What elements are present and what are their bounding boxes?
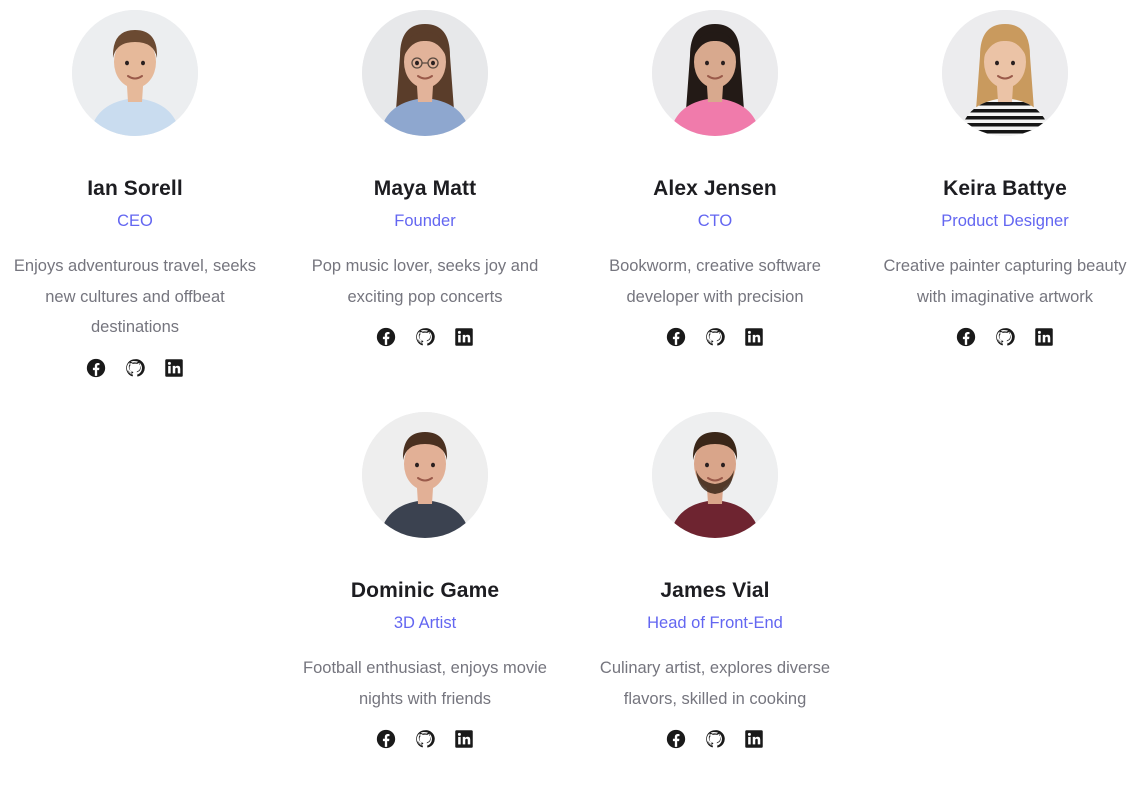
github-icon[interactable] [414,728,436,750]
member-name: Keira Battye [943,177,1067,200]
portrait-image [652,412,778,538]
avatar [942,10,1068,136]
social-links [575,326,855,348]
portrait-image [362,412,488,538]
avatar [652,10,778,136]
facebook-icon[interactable] [375,326,397,348]
member-role: 3D Artist [393,614,457,632]
social-links [285,326,565,348]
social-links [575,728,855,750]
member-name: Alex Jensen [653,177,777,200]
facebook-icon[interactable] [375,728,397,750]
github-icon[interactable] [704,326,726,348]
avatar [362,10,488,136]
member-name: James Vial [660,579,770,602]
github-icon[interactable] [124,357,146,379]
member-role: Founder [394,212,456,230]
team-member-card: Maya Matt Founder Pop music lover, seeks… [285,10,565,348]
member-bio: Culinary artist, explores diverse flavor… [599,659,831,708]
social-links [0,357,275,379]
portrait-image [652,10,778,136]
avatar [652,412,778,538]
team-member-card: Ian Sorell CEO Enjoys adventurous travel… [0,10,275,379]
team-member-card: Keira Battye Product Designer Creative p… [865,10,1140,348]
team-member-card: James Vial Head of Front-End Culinary ar… [575,412,855,750]
linkedin-icon[interactable] [163,357,185,379]
social-links [865,326,1140,348]
social-links [285,728,565,750]
linkedin-icon[interactable] [1033,326,1055,348]
linkedin-icon[interactable] [453,326,475,348]
team-member-card: Dominic Game 3D Artist Football enthusia… [285,412,565,750]
member-role: CEO [117,212,153,230]
member-role: CTO [697,212,733,230]
avatar [362,412,488,538]
member-bio: Enjoys adventurous travel, seeks new cul… [13,257,257,336]
member-bio: Bookworm, creative software developer wi… [609,257,821,306]
facebook-icon[interactable] [955,326,977,348]
linkedin-icon[interactable] [453,728,475,750]
facebook-icon[interactable] [665,326,687,348]
member-bio: Pop music lover, seeks joy and exciting … [311,257,539,306]
member-role: Product Designer [941,212,1069,230]
member-name: Dominic Game [350,579,500,602]
github-icon[interactable] [704,728,726,750]
linkedin-icon[interactable] [743,326,765,348]
github-icon[interactable] [994,326,1016,348]
portrait-image [72,10,198,136]
facebook-icon[interactable] [665,728,687,750]
member-name: Maya Matt [373,177,477,200]
github-icon[interactable] [414,326,436,348]
member-role: Head of Front-End [647,614,783,632]
linkedin-icon[interactable] [743,728,765,750]
member-bio: Creative painter capturing beauty with i… [883,257,1127,306]
member-bio: Football enthusiast, enjoys movie nights… [303,659,547,708]
facebook-icon[interactable] [85,357,107,379]
team-member-card: Alex Jensen CTO Bookworm, creative softw… [575,10,855,348]
portrait-image [942,10,1068,136]
avatar [72,10,198,136]
portrait-image [362,10,488,136]
member-name: Ian Sorell [87,177,183,200]
